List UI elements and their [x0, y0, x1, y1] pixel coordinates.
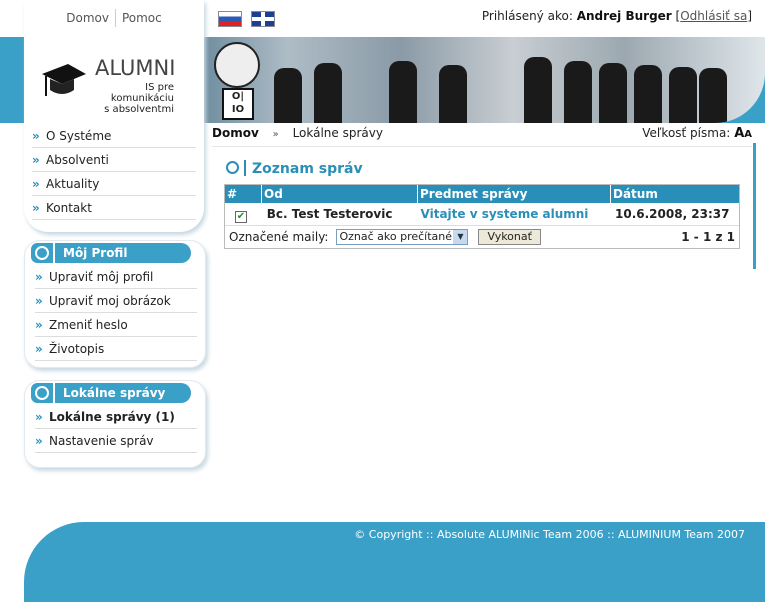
english-flag-icon[interactable] [251, 11, 275, 27]
action-select-value: Označ ako prečítané [339, 230, 453, 243]
logo-sub-line1: IS pre komunikáciu [110, 82, 174, 104]
menu-item-graduates[interactable]: » Absolventi [32, 148, 196, 172]
faculty-logo-icon: O| IO [222, 88, 254, 120]
page-title-text: Zoznam správ [252, 161, 363, 177]
breadcrumb-current: Lokálne správy [292, 126, 383, 140]
page-title: Zoznam správ [226, 160, 363, 177]
col-from[interactable]: Od [262, 185, 418, 203]
action-select[interactable]: Označ ako prečítané ▼ [336, 229, 469, 245]
logout-link[interactable]: Odhlásiť sa [680, 9, 747, 23]
panel-title-text: Môj Profil [63, 246, 128, 260]
header-banner-image [204, 37, 765, 123]
menu-label: O Systéme [46, 128, 112, 143]
table-row: ✔ Bc. Test Testerovic Vitajte v systeme … [225, 203, 739, 226]
chevron-icon: » [32, 200, 40, 215]
cv-link[interactable]: » Životopis [35, 337, 197, 361]
menu-item-contact[interactable]: » Kontakt [32, 196, 196, 220]
chevron-icon: » [35, 341, 43, 356]
execute-button[interactable]: Vykonať [478, 229, 541, 245]
messages-table: # Od Predmet správy Dátum ✔ Bc. Test Tes… [224, 184, 740, 249]
marked-label: Označené maily: [229, 230, 329, 244]
col-date[interactable]: Dátum [611, 185, 739, 203]
login-info: Prihlásený ako: Andrej Burger [Odhlásiť … [481, 9, 752, 23]
help-link[interactable]: Pomoc [116, 11, 168, 25]
table-footer: Označené maily: Označ ako prečítané ▼ Vyk… [225, 226, 739, 248]
row-date: 10.6.2008, 23:37 [615, 207, 730, 221]
chevron-icon: » [35, 317, 43, 332]
login-prefix: Prihlásený ako: [481, 9, 573, 23]
messages-panel-title: Lokálne správy [31, 383, 191, 403]
chevron-icon: » [35, 293, 43, 308]
profile-item-label: Upraviť môj profil [49, 269, 154, 284]
circle-icon [35, 386, 49, 400]
row-from: Bc. Test Testerovic [266, 207, 393, 221]
profile-item-label: Upraviť moj obrázok [49, 293, 171, 308]
local-messages-link[interactable]: » Lokálne správy (1) [35, 405, 197, 429]
chevron-icon: » [32, 152, 40, 167]
font-size-control: Veľkosť písma: AA [642, 126, 752, 141]
menu-label: Kontakt [46, 200, 92, 215]
panel-title-text: Lokálne správy [63, 386, 166, 400]
table-header: # Od Predmet správy Dátum [225, 185, 739, 203]
change-password-link[interactable]: » Zmeniť heslo [35, 313, 197, 337]
circle-icon [35, 246, 49, 260]
profile-panel: Môj Profil » Upraviť môj profil » Upraviť … [24, 240, 206, 368]
graduation-cap-icon [42, 64, 86, 96]
message-settings-link[interactable]: » Nastavenie správ [35, 429, 197, 453]
breadcrumb: Domov » Lokálne správy Veľkosť písma: AA [212, 126, 752, 147]
chevron-icon: » [35, 433, 43, 448]
username: Andrej Burger [576, 9, 672, 23]
messages-item-label: Nastavenie správ [49, 433, 154, 448]
breadcrumb-home[interactable]: Domov [212, 126, 259, 140]
profile-edit-link[interactable]: » Upraviť môj profil [35, 265, 197, 289]
messages-panel: Lokálne správy » Lokálne správy (1) » Nast… [24, 380, 206, 468]
chevron-icon: » [32, 128, 40, 143]
logo-sub-line2: s absolventmi [104, 104, 174, 115]
profile-item-label: Zmeniť heslo [49, 317, 128, 332]
menu-label: Aktuality [46, 176, 100, 191]
copyright-text: © Copyright :: Absolute ALUMiNic Team 20… [354, 528, 745, 541]
app-logo-title: ALUMNI [95, 56, 176, 80]
home-link[interactable]: Domov [60, 11, 115, 25]
app-logo-subtitle: IS pre komunikáciu s absolventmi [88, 82, 174, 115]
col-select: # [225, 185, 262, 203]
font-size-label: Veľkosť písma: [642, 126, 731, 140]
university-seal-icon [214, 42, 260, 88]
main-menu: » O Systéme » Absolventi » Aktuality » Konta… [32, 124, 196, 220]
chevron-down-icon: ▼ [453, 230, 468, 244]
font-large-button[interactable]: A [734, 126, 744, 141]
row-subject-link[interactable]: Vitajte v systeme alumni [419, 203, 609, 225]
row-checkbox[interactable]: ✔ [235, 211, 247, 223]
breadcrumb-arrow: » [272, 129, 279, 140]
chevron-icon: » [35, 409, 43, 424]
profile-picture-link[interactable]: » Upraviť moj obrázok [35, 289, 197, 313]
content-right-border [753, 143, 756, 269]
top-links: Domov Pomoc [24, 0, 204, 36]
menu-item-news[interactable]: » Aktuality [32, 172, 196, 196]
menu-item-about[interactable]: » O Systéme [32, 124, 196, 148]
chevron-icon: » [32, 176, 40, 191]
chevron-icon: » [35, 269, 43, 284]
menu-label: Absolventi [46, 152, 109, 167]
slovak-flag-icon[interactable] [218, 11, 242, 27]
circle-icon [226, 161, 239, 174]
font-small-button[interactable]: A [744, 129, 752, 140]
col-subject[interactable]: Predmet správy [418, 185, 611, 203]
pagination: 1 - 1 z 1 [681, 230, 735, 244]
messages-item-label: Lokálne správy (1) [49, 409, 175, 424]
language-switcher [218, 11, 275, 27]
profile-item-label: Životopis [49, 341, 105, 356]
profile-panel-title: Môj Profil [31, 243, 191, 263]
